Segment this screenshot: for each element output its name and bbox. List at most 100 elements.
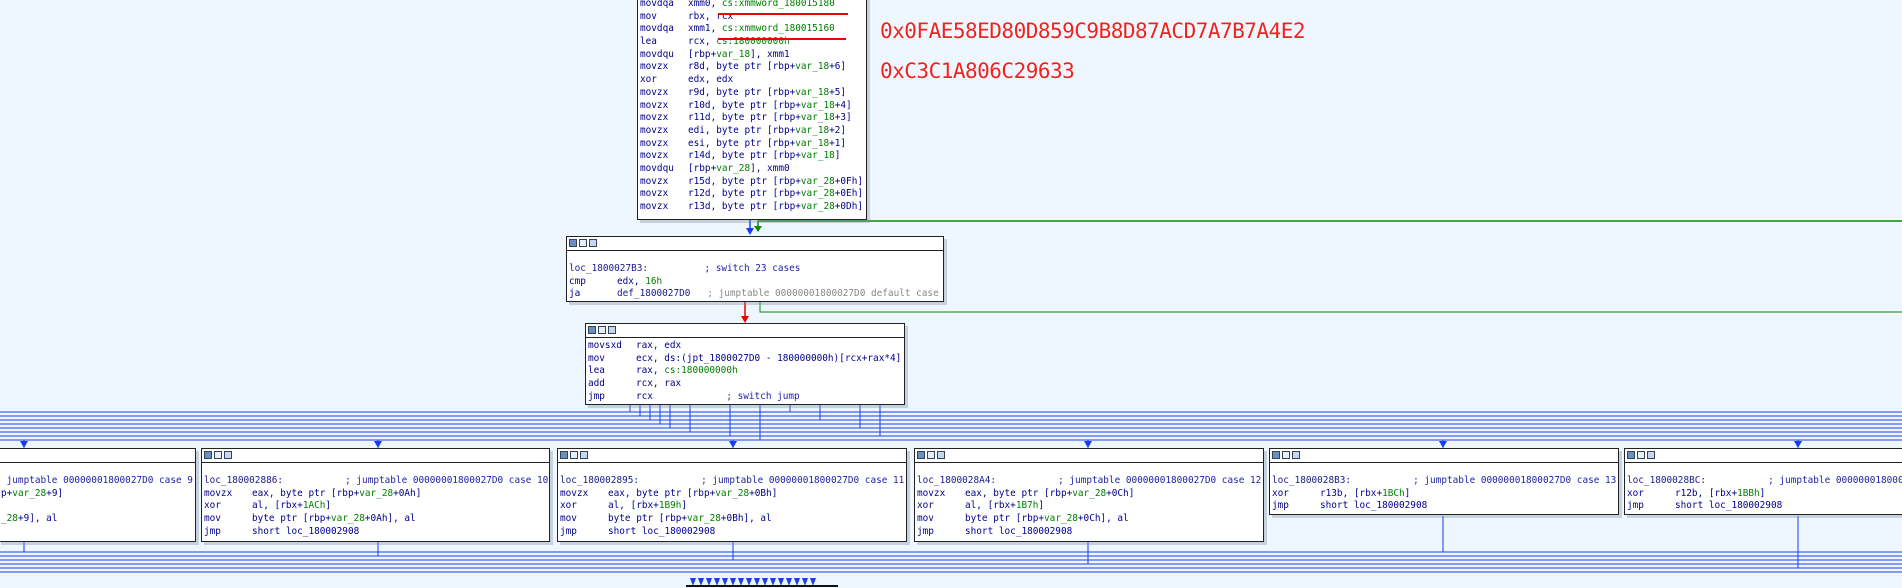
code-block-init[interactable]: movdqa xmm0, cs:xmmword_180015180 mov rbx, … [637,0,867,220]
color-icon[interactable] [569,239,577,247]
asm-line[interactable]: p+var_28+9] [1,488,195,501]
asm-line[interactable]: movdqa xmm0, cs:xmmword_180015180 [640,0,866,11]
asm-line[interactable]: movzx r11d, byte ptr [rbp+var_18+3] [640,112,866,125]
graph-icon[interactable] [579,239,587,247]
asm-line[interactable]: mov byte ptr [rbp+var_28+0Ch], al [917,513,1263,526]
asm-line[interactable]: cmp edx, 16h [569,276,943,289]
mnemonic: movdqa [640,23,674,35]
operand-token: eax, byte ptr [rbp+ [252,487,360,499]
grouping-icon[interactable] [1647,451,1655,459]
code-block-body: loc_180002895: ; jumptable 0000000180002… [558,463,906,538]
asm-line[interactable]: movzx r13d, byte ptr [rbp+var_28+0Dh] [640,201,866,214]
asm-line[interactable] [1,500,195,513]
graph-icon[interactable] [214,451,222,459]
asm-line[interactable]: jmp short loc_180002908 [204,526,549,539]
asm-line[interactable]: movzx r12d, byte ptr [rbp+var_28+0Eh] [640,188,866,201]
asm-line[interactable]: movzx r10d, byte ptr [rbp+var_18+4] [640,100,866,113]
grouping-icon[interactable] [224,451,232,459]
asm-line[interactable]: movdqu [rbp+var_28], xmm0 [640,163,866,176]
operand-token: ], xmm0 [750,162,790,174]
asm-line[interactable]: jumptable 00000001800027D0 case 9 [1,475,195,488]
color-icon[interactable] [560,451,568,459]
asm-line[interactable]: mov byte ptr [rbp+var_28+0Ah], al [204,513,549,526]
operand-token [653,391,726,402]
code-block-case-14[interactable]: loc_1800028BC: ; jumptable 0000000180002… [1624,448,1902,515]
graph-icon[interactable] [1282,451,1290,459]
code-block-case-11[interactable]: loc_180002895: ; jumptable 0000000180002… [557,448,907,542]
color-icon[interactable] [588,326,596,334]
mnemonic: xor [204,500,221,512]
asm-line[interactable]: movzx eax, byte ptr [rbp+var_28+0Ch] [917,488,1263,501]
asm-line[interactable]: jmp short loc_180002908 [1627,500,1902,513]
asm-line[interactable]: mov byte ptr [rbp+var_28+0Bh], al [560,513,906,526]
asm-line[interactable]: loc_1800028A4: ; jumptable 0000000180002… [917,475,1263,488]
graph-icon[interactable] [570,451,578,459]
operand-token [639,475,701,486]
asm-line[interactable]: mov ecx, ds:(jpt_1800027D0 - 180000000h)[… [588,353,904,366]
asm-line[interactable]: movzx esi, byte ptr [rbp+var_18+1] [640,138,866,151]
asm-line[interactable]: ja def_1800027D0 ; jumptable 000000018000… [569,288,943,301]
operand-token: ; jumptable 0000000180002 [1768,475,1902,486]
asm-line[interactable]: jmp short loc_180002908 [1272,500,1618,513]
code-block-case-12[interactable]: loc_1800028A4: ; jumptable 0000000180002… [914,448,1264,542]
asm-line[interactable]: movzx eax, byte ptr [rbp+var_28+0Ah] [204,488,549,501]
asm-line[interactable]: jmp rcx ; switch jump [588,391,904,404]
grouping-icon[interactable] [608,326,616,334]
code-block-switch[interactable]: loc_1800027B3: ; switch 23 cases cmp edx, … [566,236,944,302]
block-header [586,324,904,338]
color-icon[interactable] [1627,451,1635,459]
color-icon[interactable] [917,451,925,459]
graph-icon[interactable] [927,451,935,459]
asm-line[interactable]: xor r13b, [rbx+1BCh] [1272,488,1618,501]
asm-line[interactable]: xor al, [rbx+1ACh] [204,500,549,513]
code-block-case-13[interactable]: loc_1800028B3: ; jumptable 0000000180002… [1269,448,1619,515]
operand-token: var_28 [359,487,394,499]
asm-line[interactable]: loc_1800027B3: ; switch 23 cases [569,263,943,276]
asm-line[interactable]: lea rax, cs:180000000h [588,365,904,378]
graph-icon[interactable] [598,326,606,334]
asm-line[interactable]: movzx edi, byte ptr [rbp+var_18+2] [640,125,866,138]
asm-line[interactable]: movsxd rax, edx [588,340,904,353]
asm-line[interactable]: movdqa xmm1, cs:xmmword_180015160 [640,23,866,36]
grouping-icon[interactable] [580,451,588,459]
color-icon[interactable] [1272,451,1280,459]
asm-line[interactable]: jmp short loc_180002908 [917,526,1263,539]
asm-line[interactable]: movdqu [rbp+var_18], xmm1 [640,49,866,62]
asm-line[interactable]: loc_1800028BC: ; jumptable 0000000180002 [1627,475,1902,488]
operand-token: ; switch 23 cases [704,263,801,274]
asm-line[interactable]: movzx r14d, byte ptr [rbp+var_18] [640,150,866,163]
asm-line[interactable]: _28+9], al [1,513,195,526]
color-icon[interactable] [204,451,212,459]
operand-token: var_28 [715,487,750,499]
mnemonic: mov [204,513,221,525]
asm-line[interactable]: jmp short loc_180002908 [560,526,906,539]
asm-line[interactable]: loc_180002886: ; jumptable 0000000180002… [204,475,549,488]
mnemonic: mov [560,513,577,525]
operand-token: ] [325,500,332,512]
mnemonic: movsxd [588,340,622,351]
asm-line[interactable]: movzx eax, byte ptr [rbp+var_28+0Bh] [560,488,906,501]
grouping-icon[interactable] [1292,451,1300,459]
code-block-case-10[interactable]: loc_180002886: ; jumptable 0000000180002… [201,448,550,542]
grouping-icon[interactable] [589,239,597,247]
code-block-switch-jump[interactable]: movsxd rax, edx mov ecx, ds:(jpt_1800027D0 … [585,323,905,405]
operand-token: +1] [829,137,847,149]
operand-token: cs:xmmword_180015180 [721,0,835,9]
operand-token: ; jumptable 00000001800027D0 case 13 [1413,475,1617,486]
asm-line[interactable]: xor al, [rbx+1B7h] [917,500,1263,513]
code-block-case-9[interactable]: jumptable 00000001800027D0 case 9 p+var_2… [0,448,196,542]
operand-token [1351,475,1413,486]
asm-line[interactable]: loc_180002895: ; jumptable 0000000180002… [560,475,906,488]
asm-line[interactable]: movzx r9d, byte ptr [rbp+var_18+5] [640,87,866,100]
graph-icon[interactable] [1637,451,1645,459]
asm-line[interactable]: xor edx, edx [640,74,866,87]
asm-line[interactable]: xor r12b, [rbx+1BBh] [1627,488,1902,501]
asm-line[interactable]: loc_1800028B3: ; jumptable 0000000180002… [1272,475,1618,488]
asm-line[interactable]: xor al, [rbx+1B9h] [560,500,906,513]
asm-line[interactable]: add rcx, rax [588,378,904,391]
code-block-body: loc_1800028B3: ; jumptable 0000000180002… [1270,463,1618,513]
asm-line[interactable]: movzx r8d, byte ptr [rbp+var_18+6] [640,61,866,74]
grouping-icon[interactable] [937,451,945,459]
asm-line[interactable]: movzx r15d, byte ptr [rbp+var_28+0Fh] [640,176,866,189]
operand-token: ] [834,150,841,162]
